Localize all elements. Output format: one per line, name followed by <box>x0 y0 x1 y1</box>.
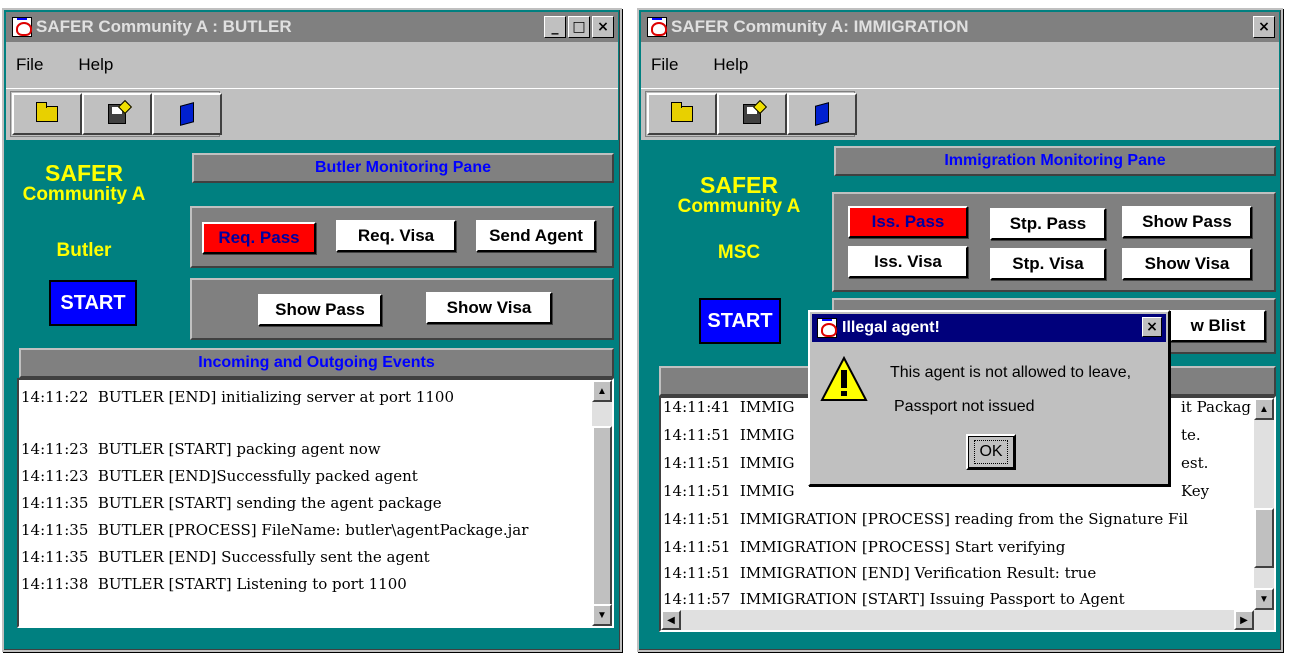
immigration-window-title: SAFER Community A: IMMIGRATION <box>671 17 969 36</box>
logo-safer: SAFER <box>45 160 123 186</box>
scroll-thumb[interactable] <box>1254 508 1274 568</box>
log-line: 14:11:51 IMMIG <box>663 454 795 472</box>
iss-pass-button[interactable]: Iss. Pass <box>848 206 968 238</box>
scroll-right-button[interactable]: ▶ <box>1234 610 1254 630</box>
start-button[interactable]: START <box>699 298 781 344</box>
butler-window: SAFER Community A : BUTLER _ □ × File He… <box>2 8 622 652</box>
log-line: 14:11:38 BUTLER [START] Listening to por… <box>21 575 407 593</box>
ok-button[interactable]: OK <box>966 434 1016 470</box>
show-pass-button[interactable]: Show Pass <box>1122 206 1252 238</box>
book-button[interactable] <box>787 93 857 135</box>
book-icon <box>815 102 829 126</box>
log-line: 14:11:35 BUTLER [PROCESS] FileName: butl… <box>21 521 529 539</box>
log-line: 14:11:57 IMMIGRATION [START] Issuing Pas… <box>663 590 1125 608</box>
show-blist-button[interactable]: w Blist <box>1170 310 1266 342</box>
log-line: 14:11:51 IMMIGRATION [END] Verification … <box>663 564 1097 582</box>
scroll-up-button[interactable]: ▲ <box>1254 398 1274 420</box>
immigration-toolbar <box>641 88 1279 140</box>
show-pass-button[interactable]: Show Pass <box>258 294 382 326</box>
show-visa-button[interactable]: Show Visa <box>1122 248 1252 280</box>
menu-file[interactable]: File <box>651 55 678 75</box>
open-button[interactable] <box>647 93 717 135</box>
butler-title-bar[interactable]: SAFER Community A : BUTLER _ □ × <box>6 12 618 42</box>
show-visa-button[interactable]: Show Visa <box>426 292 552 324</box>
maximize-button[interactable]: □ <box>568 16 590 38</box>
java-cup-icon <box>12 17 32 37</box>
ok-button-label: OK <box>974 440 1008 464</box>
log-line: 14:11:23 BUTLER [START] packing agent no… <box>21 440 381 458</box>
dialog-title: Illegal agent! <box>842 319 940 336</box>
save-icon <box>743 104 761 124</box>
logo-community: Community A <box>677 196 801 217</box>
stp-visa-button[interactable]: Stp. Visa <box>990 248 1106 280</box>
log-line-tail: te. <box>1181 426 1201 444</box>
log-horizontal-scrollbar[interactable]: ◀ ▶ <box>661 610 1274 630</box>
dialog-title-bar[interactable]: Illegal agent! × <box>812 314 1166 342</box>
logo-community: Community A <box>22 184 146 205</box>
menu-file[interactable]: File <box>16 55 43 75</box>
book-icon <box>180 102 194 126</box>
dialog-close-button[interactable]: × <box>1142 317 1162 337</box>
log-line: 14:11:35 BUTLER [END] Successfully sent … <box>21 548 430 566</box>
open-folder-icon <box>671 102 693 122</box>
log-line: 14:11:35 BUTLER [START] sending the agen… <box>21 494 442 512</box>
log-line-tail: Key <box>1181 482 1210 500</box>
menu-help[interactable]: Help <box>78 55 113 75</box>
minimize-button[interactable]: _ <box>544 16 566 38</box>
scroll-left-button[interactable]: ◀ <box>661 610 681 630</box>
scroll-down-button[interactable]: ▼ <box>592 604 612 626</box>
dialog-message-line2: Passport not issued <box>894 398 1035 415</box>
req-visa-button[interactable]: Req. Visa <box>336 220 456 252</box>
open-button[interactable] <box>12 93 82 135</box>
java-cup-icon <box>817 318 837 338</box>
log-line: 14:11:22 BUTLER [END] initializing serve… <box>21 388 455 406</box>
butler-window-title: SAFER Community A : BUTLER <box>36 17 292 36</box>
scroll-up-button[interactable]: ▲ <box>592 380 612 402</box>
request-button-group: Req. Pass Req. Visa Send Agent <box>190 206 614 268</box>
butler-menu-bar: File Help <box>6 42 618 88</box>
save-button[interactable] <box>82 93 152 135</box>
close-button[interactable]: × <box>1253 16 1275 38</box>
open-folder-icon <box>36 102 58 122</box>
warning-icon <box>820 356 868 401</box>
log-vertical-scrollbar[interactable]: ▲ ▼ <box>592 380 612 626</box>
log-line: 14:11:23 BUTLER [END]Successfully packed… <box>21 467 418 485</box>
illegal-agent-dialog: Illegal agent! × This agent is not allow… <box>808 310 1170 486</box>
menu-help[interactable]: Help <box>713 55 748 75</box>
logo-safer: SAFER <box>700 172 778 198</box>
log-line-tail: it Packag <box>1181 398 1251 416</box>
immigration-title-bar[interactable]: SAFER Community A: IMMIGRATION × <box>641 12 1279 42</box>
log-line: 14:11:51 IMMIGRATION [PROCESS] reading f… <box>663 510 1189 528</box>
log-line: 14:11:51 IMMIG <box>663 482 795 500</box>
save-button[interactable] <box>717 93 787 135</box>
stp-pass-button[interactable]: Stp. Pass <box>990 208 1106 240</box>
send-agent-button[interactable]: Send Agent <box>476 220 596 252</box>
dialog-message-line1: This agent is not allowed to leave, <box>890 364 1132 381</box>
role-label: Butler <box>56 240 112 261</box>
events-header: Incoming and Outgoing Events <box>19 348 614 378</box>
book-button[interactable] <box>152 93 222 135</box>
log-line-tail: est. <box>1181 454 1209 472</box>
immigration-menu-bar: File Help <box>641 42 1279 88</box>
save-icon <box>108 104 126 124</box>
req-pass-button[interactable]: Req. Pass <box>202 222 316 254</box>
scroll-thumb[interactable] <box>592 426 612 606</box>
log-line: 14:11:41 IMMIG <box>663 398 795 416</box>
log-line: 14:11:51 IMMIG <box>663 426 795 444</box>
close-button[interactable]: × <box>592 16 614 38</box>
issue-button-group: Iss. Pass Stp. Pass Show Pass Iss. Visa … <box>832 192 1276 292</box>
event-log[interactable]: 14:11:22 BUTLER [END] initializing serve… <box>17 378 614 628</box>
monitor-pane-header: Butler Monitoring Pane <box>192 153 614 183</box>
butler-toolbar <box>6 88 618 140</box>
log-line: 14:11:51 IMMIGRATION [PROCESS] Start ver… <box>663 538 1066 556</box>
java-cup-icon <box>647 17 667 37</box>
monitor-pane-header: Immigration Monitoring Pane <box>834 146 1276 176</box>
role-label: MSC <box>717 242 761 263</box>
log-vertical-scrollbar[interactable]: ▲ ▼ <box>1254 398 1274 610</box>
start-button[interactable]: START <box>49 280 137 326</box>
iss-visa-button[interactable]: Iss. Visa <box>848 246 968 278</box>
show-button-group: Show Pass Show Visa <box>190 278 614 340</box>
scroll-down-button[interactable]: ▼ <box>1254 588 1274 610</box>
